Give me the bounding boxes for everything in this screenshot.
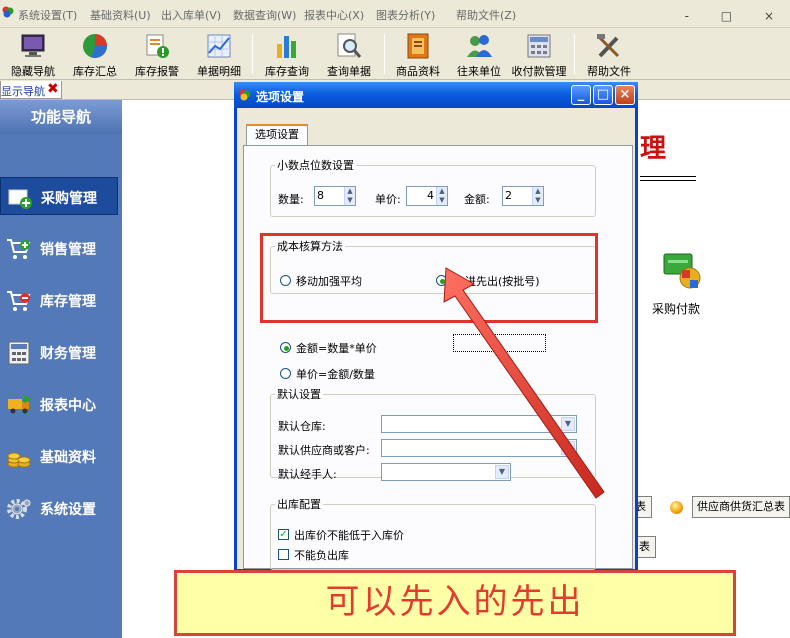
- gear-icon: [7, 499, 31, 519]
- sidebar-item-basic-data[interactable]: 基础资料: [0, 437, 118, 475]
- sidebar-item-reports[interactable]: 报表中心: [0, 385, 118, 423]
- minimize-icon: _: [577, 87, 585, 102]
- sidebar-item-finance[interactable]: 财务管理: [0, 333, 118, 371]
- purchase-cart-icon: [8, 189, 32, 209]
- menu-report-center[interactable]: 报表中心(X): [304, 7, 364, 23]
- menu-help-files[interactable]: 帮助文件(Z): [456, 7, 516, 23]
- calculator-icon: [527, 34, 551, 58]
- pie-chart-icon: [83, 34, 107, 58]
- no-negative-outbound-label[interactable]: 不能负出库: [294, 547, 349, 563]
- app-logo-icon: [2, 6, 14, 18]
- sidebar-header: 功能导航: [0, 100, 122, 134]
- background-title-fragment: 理: [640, 134, 667, 164]
- maximize-button[interactable]: □: [593, 85, 613, 105]
- qty-label: 数量:: [278, 193, 304, 206]
- alarm-icon: [146, 34, 169, 58]
- report-truck-icon: [8, 395, 31, 414]
- options-tab-panel: 小数点位数设置 数量: 8 ▲ ▼ 单价: 4 ▲ ▼ 金额: 2 ▲ ▼ 成本核算方…: [243, 145, 633, 570]
- dialog-app-icon: [239, 89, 251, 101]
- sidebar-item-purchase[interactable]: 采购管理: [0, 177, 118, 215]
- query-orders-button[interactable]: 查询单据: [326, 30, 372, 78]
- price-decimal-spinner[interactable]: 4 ▲ ▼: [406, 186, 448, 206]
- magnifier-icon: [337, 33, 362, 58]
- bar-chart-icon: [277, 36, 296, 58]
- bullet-icon: [670, 501, 683, 514]
- line-chart-icon: [207, 34, 231, 58]
- amount-formula-label[interactable]: 金额=数量*单价: [296, 340, 377, 356]
- chevron-down-icon[interactable]: ▼: [561, 417, 575, 431]
- supplier-supply-summary-button[interactable]: 供应商供货汇总表: [692, 496, 790, 518]
- minimize-button[interactable]: _: [571, 85, 591, 105]
- fifo-focus-rect: [453, 334, 546, 352]
- sidebar-item-sales[interactable]: 销售管理: [0, 229, 118, 267]
- toolbar-separator: [574, 34, 575, 74]
- coins-icon: [7, 452, 31, 468]
- product-data-button[interactable]: 商品资料: [395, 30, 441, 78]
- close-button[interactable]: ×: [615, 85, 635, 105]
- toolbar-separator: [252, 34, 253, 74]
- spinner-arrows-icon[interactable]: ▲ ▼: [436, 187, 447, 205]
- sales-cart-icon: [7, 239, 31, 259]
- nav-sidebar: 功能导航 采购管理 销售管理 库存管理 财务管理 报表中心 基础资料 系统设置: [0, 100, 122, 638]
- default-handler-label: 默认经手人:: [278, 468, 337, 481]
- amount-formula-radio[interactable]: [280, 342, 291, 353]
- people-icon: [467, 35, 492, 57]
- default-supplier-field[interactable]: …: [381, 439, 577, 457]
- order-detail-button[interactable]: 单据明细: [196, 30, 242, 78]
- ellipsis-icon[interactable]: …: [561, 441, 575, 455]
- purchase-payment-icon[interactable]: [660, 250, 706, 292]
- toolbar: 隐藏导航 库存汇总 库存报警 单据明细 库存查询 查询单据 商品资料 往来单位 …: [0, 28, 790, 80]
- tools-icon: [597, 34, 620, 58]
- stock-cart-icon: [7, 291, 31, 311]
- amount-label: 金额:: [464, 193, 490, 206]
- qty-decimal-spinner[interactable]: 8 ▲ ▼: [314, 186, 356, 206]
- annotation-caption: 可以先入的先出: [174, 570, 736, 636]
- help-files-button[interactable]: 帮助文件: [586, 30, 632, 78]
- dialog-title: 选项设置: [256, 90, 305, 104]
- price-label: 单价:: [375, 193, 401, 206]
- background-title-rule: [640, 176, 696, 181]
- purchase-payment-label: 采购付款: [652, 302, 701, 316]
- tab-options[interactable]: 选项设置: [246, 124, 308, 146]
- no-below-purchase-price-label[interactable]: 出库价不能低于入库价: [294, 527, 404, 543]
- sidebar-item-system-settings[interactable]: 系统设置: [0, 489, 118, 527]
- payment-management-button[interactable]: 收付款管理: [512, 30, 567, 78]
- menu-bar: 系统设置(T) 基础资料(U) 出入库单(V) 数据查询(W) 报表中心(X) …: [0, 0, 790, 28]
- menu-basic-data[interactable]: 基础资料(U): [90, 7, 151, 23]
- maximize-icon: □: [596, 87, 610, 102]
- options-dialog: 选项设置 _ □ × 选项设置 小数点位数设置 数量: 8 ▲ ▼ 单价: 4 ▲…: [234, 82, 638, 572]
- contacts-button[interactable]: 往来单位: [456, 30, 502, 78]
- highlight-box: [260, 233, 598, 323]
- default-supplier-label: 默认供应商或客户:: [278, 444, 370, 457]
- no-negative-outbound-checkbox[interactable]: [278, 549, 289, 560]
- amount-decimal-spinner[interactable]: 2 ▲ ▼: [502, 186, 544, 206]
- finance-calculator-icon: [8, 341, 30, 365]
- price-formula-label[interactable]: 单价=金额/数量: [296, 366, 375, 382]
- show-nav-tab[interactable]: 显示导航 ✖: [0, 81, 62, 99]
- monitor-icon: [21, 34, 45, 57]
- spinner-arrows-icon[interactable]: ▲ ▼: [344, 187, 355, 205]
- default-warehouse-label: 默认仓库:: [278, 420, 326, 433]
- stock-alarm-button[interactable]: 库存报警: [134, 30, 180, 78]
- menu-system-settings[interactable]: 系统设置(T): [18, 7, 77, 23]
- default-handler-combo[interactable]: ▼: [381, 463, 511, 481]
- book-icon: [407, 33, 429, 59]
- stock-summary-button[interactable]: 库存汇总: [72, 30, 118, 78]
- dialog-title-bar[interactable]: 选项设置 _ □ ×: [234, 82, 638, 108]
- price-formula-radio[interactable]: [280, 368, 291, 379]
- menu-chart-analysis[interactable]: 图表分析(Y): [376, 7, 435, 23]
- chevron-down-icon[interactable]: ▼: [495, 465, 509, 479]
- close-tab-icon[interactable]: ✖: [47, 81, 59, 97]
- stock-query-button[interactable]: 库存查询: [264, 30, 310, 78]
- hide-nav-button[interactable]: 隐藏导航: [10, 30, 56, 78]
- menu-inout-orders[interactable]: 出入库单(V): [161, 7, 221, 23]
- default-warehouse-combo[interactable]: ▼: [381, 415, 577, 433]
- sidebar-item-stock[interactable]: 库存管理: [0, 281, 118, 319]
- menu-data-query[interactable]: 数据查询(W): [233, 7, 296, 23]
- spinner-arrows-icon[interactable]: ▲ ▼: [532, 187, 543, 205]
- no-below-purchase-price-checkbox[interactable]: ✓: [278, 529, 289, 540]
- main-window-controls[interactable]: - □ ×: [685, 9, 788, 23]
- close-icon: ×: [619, 87, 631, 102]
